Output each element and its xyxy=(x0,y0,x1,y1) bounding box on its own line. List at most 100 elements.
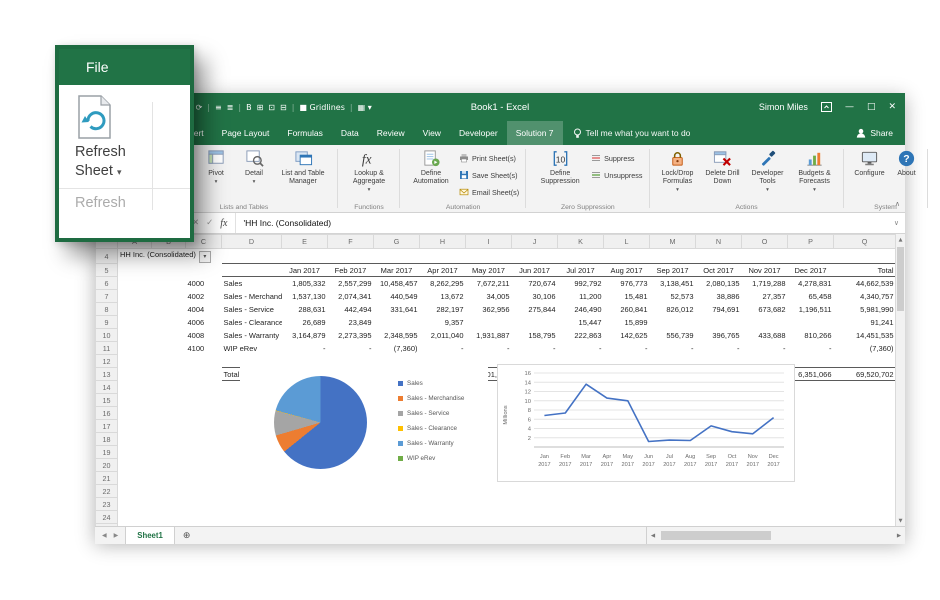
list-and-table-manager-button[interactable]: List and Table Manager xyxy=(273,147,333,186)
horizontal-scrollbar[interactable]: ◀ ▶ xyxy=(646,527,905,544)
refresh-menu-item[interactable]: Refresh xyxy=(59,195,190,211)
collapse-ribbon-button[interactable]: ∧ xyxy=(895,200,900,208)
value-cell[interactable]: 3,138,451 xyxy=(650,277,696,290)
row-header-13[interactable]: 13 xyxy=(96,368,118,381)
row-header-16[interactable]: 16 xyxy=(96,407,118,420)
value-cell[interactable]: - xyxy=(328,342,374,355)
column-header-I[interactable]: I xyxy=(466,235,512,249)
value-cell[interactable]: 826,012 xyxy=(650,303,696,316)
email-sheets-button[interactable]: Email Sheet(s) xyxy=(457,184,521,200)
next-sheet-icon[interactable]: ▶ xyxy=(114,532,119,539)
value-cell[interactable]: 15,481 xyxy=(604,290,650,303)
value-cell[interactable] xyxy=(788,316,834,329)
delete-drill-down-button[interactable]: Delete Drill Down xyxy=(701,147,745,186)
row-header-24[interactable]: 24 xyxy=(96,511,118,524)
scroll-right-icon[interactable]: ▶ xyxy=(893,533,905,539)
refresh-sheet-button[interactable]: Refresh Sheet ▾ xyxy=(59,143,161,181)
sheet-tab-sheet1[interactable]: Sheet1 xyxy=(125,527,175,544)
validation-dropdown-icon[interactable]: ▾ xyxy=(199,251,211,263)
column-header-N[interactable]: N xyxy=(696,235,742,249)
value-cell[interactable]: 13,672 xyxy=(420,290,466,303)
value-cell[interactable]: 65,458 xyxy=(788,290,834,303)
empty-cell[interactable] xyxy=(118,290,152,303)
new-sheet-button[interactable]: ⊕ xyxy=(175,527,199,544)
save-sheets-button[interactable]: Save Sheet(s) xyxy=(457,167,521,183)
grand-total-cell[interactable]: 69,520,702 xyxy=(834,368,896,381)
empty-cell[interactable] xyxy=(152,368,186,381)
account-code-cell[interactable]: 4100 xyxy=(186,342,222,355)
value-cell[interactable]: 1,196,511 xyxy=(788,303,834,316)
value-cell[interactable]: 15,447 xyxy=(558,316,604,329)
month-header-cell[interactable]: Apr 2017 xyxy=(420,264,466,277)
budgets-forecasts-button[interactable]: Budgets & Forecasts ▾ xyxy=(791,147,839,193)
row-header-9[interactable]: 9 xyxy=(96,316,118,329)
row-header-17[interactable]: 17 xyxy=(96,420,118,433)
value-cell[interactable] xyxy=(466,316,512,329)
row-header-6[interactable]: 6 xyxy=(96,277,118,290)
lookup-aggregate-button[interactable]: fx Lookup & Aggregate ▾ xyxy=(343,147,395,193)
qat-button[interactable]: B xyxy=(246,103,252,112)
row-header-23[interactable]: 23 xyxy=(96,498,118,511)
value-cell[interactable]: 288,631 xyxy=(282,303,328,316)
month-header-cell[interactable]: Sep 2017 xyxy=(650,264,696,277)
value-cell[interactable]: - xyxy=(466,342,512,355)
value-cell[interactable] xyxy=(696,316,742,329)
month-header-cell[interactable]: May 2017 xyxy=(466,264,512,277)
value-cell[interactable]: - xyxy=(604,342,650,355)
value-cell[interactable]: - xyxy=(650,342,696,355)
row-header-19[interactable]: 19 xyxy=(96,446,118,459)
empty-cell[interactable] xyxy=(186,264,222,277)
total-header-cell[interactable]: Total xyxy=(834,264,896,277)
value-cell[interactable]: 720,674 xyxy=(512,277,558,290)
value-cell[interactable]: 2,080,135 xyxy=(696,277,742,290)
ribbon-tab-formulas[interactable]: Formulas xyxy=(278,121,331,145)
month-header-cell[interactable]: Jul 2017 xyxy=(558,264,604,277)
value-cell[interactable]: 1,537,130 xyxy=(282,290,328,303)
scroll-left-icon[interactable]: ◀ xyxy=(647,533,659,539)
value-cell[interactable]: 2,273,395 xyxy=(328,329,374,342)
value-cell[interactable]: 3,164,879 xyxy=(282,329,328,342)
row-header-14[interactable]: 14 xyxy=(96,381,118,394)
scroll-down-icon[interactable]: ▼ xyxy=(899,515,903,526)
value-cell[interactable]: 27,357 xyxy=(742,290,788,303)
value-cell[interactable]: 2,011,040 xyxy=(420,329,466,342)
account-code-cell[interactable]: 4000 xyxy=(186,277,222,290)
vertical-scrollbar[interactable]: ▲ ▼ xyxy=(895,234,905,526)
account-code-cell[interactable]: 4004 xyxy=(186,303,222,316)
qat-button[interactable]: ⊡ xyxy=(268,103,275,112)
value-cell[interactable]: 8,262,295 xyxy=(420,277,466,290)
account-name-cell[interactable]: Sales - Merchandise xyxy=(222,290,282,303)
account-code-cell[interactable]: 4006 xyxy=(186,316,222,329)
value-cell[interactable]: 260,841 xyxy=(604,303,650,316)
month-header-cell[interactable]: Mar 2017 xyxy=(374,264,420,277)
user-name[interactable]: Simon Miles xyxy=(759,102,808,112)
value-cell[interactable]: 30,106 xyxy=(512,290,558,303)
print-sheets-button[interactable]: Print Sheet(s) xyxy=(457,150,521,166)
value-cell[interactable]: - xyxy=(282,342,328,355)
column-header-H[interactable]: H xyxy=(420,235,466,249)
account-name-cell[interactable]: Sales xyxy=(222,277,282,290)
qat-button[interactable]: ⟳ xyxy=(196,103,203,112)
row-header-22[interactable]: 22 xyxy=(96,485,118,498)
row-header-18[interactable]: 18 xyxy=(96,433,118,446)
value-cell[interactable]: 331,641 xyxy=(374,303,420,316)
about-button[interactable]: ? About xyxy=(891,147,923,178)
column-header-K[interactable]: K xyxy=(558,235,604,249)
value-cell[interactable]: 1,931,887 xyxy=(466,329,512,342)
value-cell[interactable]: 158,795 xyxy=(512,329,558,342)
empty-cell[interactable] xyxy=(118,498,896,511)
value-cell[interactable]: 34,005 xyxy=(466,290,512,303)
ribbon-display-options-icon[interactable] xyxy=(821,102,832,112)
value-cell[interactable]: 52,573 xyxy=(650,290,696,303)
column-header-O[interactable]: O xyxy=(742,235,788,249)
enter-check-icon[interactable]: ✓ xyxy=(206,218,213,228)
row-header-11[interactable]: 11 xyxy=(96,342,118,355)
formula-value[interactable]: 'HH Inc. (Consolidated) xyxy=(236,218,331,228)
row-header-12[interactable]: 12 xyxy=(96,355,118,368)
value-cell[interactable]: 11,200 xyxy=(558,290,604,303)
value-cell[interactable]: 275,844 xyxy=(512,303,558,316)
value-cell[interactable]: 2,557,299 xyxy=(328,277,374,290)
account-name-cell[interactable]: WIP eRev xyxy=(222,342,282,355)
value-cell[interactable]: 556,739 xyxy=(650,329,696,342)
column-header-P[interactable]: P xyxy=(788,235,834,249)
